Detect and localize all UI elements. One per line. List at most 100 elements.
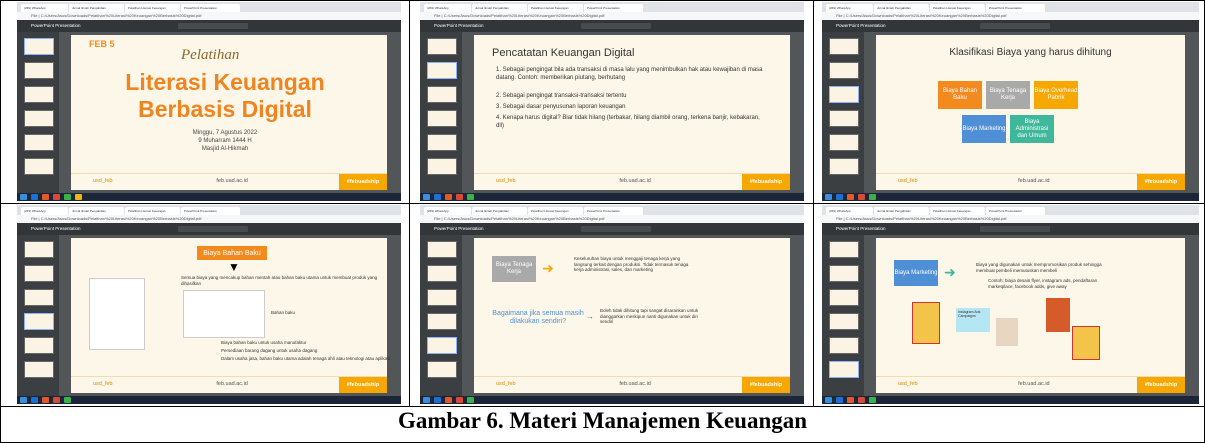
chrome-icon[interactable] — [64, 397, 71, 403]
windows-start-icon[interactable] — [423, 194, 430, 200]
powerpoint-icon[interactable] — [858, 194, 865, 200]
page-thumbnail[interactable] — [427, 86, 457, 103]
browser-tab[interactable]: Pelatihan Literasi Keuangan — [930, 4, 985, 12]
browser-tab-active[interactable]: PowerPoint Presentation — [584, 207, 643, 215]
browser-tab[interactable]: Pelatihan Literasi Keuangan — [528, 207, 583, 215]
windows-start-icon[interactable] — [20, 397, 27, 403]
zoom-controls[interactable] — [178, 226, 249, 232]
browser-tab[interactable]: (269) WhatsApp — [826, 207, 873, 215]
page-thumbnail[interactable] — [427, 62, 457, 79]
folder-icon[interactable] — [75, 194, 82, 200]
browser-tab[interactable]: Pelatihan Literasi Keuangan — [930, 207, 985, 215]
chrome-icon[interactable] — [467, 397, 474, 403]
page-thumbnail[interactable] — [24, 134, 54, 151]
browser-tab[interactable]: Jurnal Ilmiah Pengabdian — [69, 4, 124, 12]
page-thumbnail[interactable] — [24, 158, 54, 175]
browser-tab[interactable]: Jurnal Ilmiah Pengabdian — [472, 4, 527, 12]
windows-start-icon[interactable] — [825, 194, 832, 200]
page-thumbnail[interactable] — [24, 289, 54, 306]
page-thumbnail[interactable] — [24, 361, 54, 378]
powerpoint-icon[interactable] — [456, 194, 463, 200]
browser-tab[interactable]: (269) WhatsApp — [21, 4, 68, 12]
chrome-icon[interactable] — [869, 397, 876, 403]
page-thumbnail[interactable] — [427, 313, 457, 330]
page-thumbnail[interactable] — [829, 337, 859, 354]
zoom-controls[interactable] — [581, 226, 652, 232]
page-thumbnail[interactable] — [427, 241, 457, 258]
page-thumbnail[interactable] — [829, 134, 859, 151]
page-thumbnail[interactable] — [829, 265, 859, 282]
browser-tab[interactable]: (269) WhatsApp — [424, 4, 471, 12]
office-icon[interactable] — [445, 194, 452, 200]
page-thumbnail[interactable] — [24, 313, 54, 330]
page-thumbnail[interactable] — [24, 38, 54, 55]
page-thumbnail[interactable] — [829, 361, 859, 378]
browser-tab-active[interactable]: PowerPoint Presentation — [986, 4, 1045, 12]
address-bar[interactable]: File | C:/Users/Asus/Downloads/Pelatihan… — [822, 12, 1199, 20]
edge-icon[interactable] — [434, 194, 441, 200]
edge-icon[interactable] — [434, 397, 441, 403]
page-thumbnail[interactable] — [24, 62, 54, 79]
edge-icon[interactable] — [31, 194, 38, 200]
office-icon[interactable] — [42, 194, 49, 200]
browser-tab[interactable]: Pelatihan Literasi Keuangan — [528, 4, 583, 12]
page-thumbnail[interactable] — [427, 265, 457, 282]
page-thumbnail[interactable] — [24, 265, 54, 282]
windows-start-icon[interactable] — [20, 194, 27, 200]
browser-tab-active[interactable]: PowerPoint Presentation — [181, 207, 240, 215]
powerpoint-icon[interactable] — [53, 397, 60, 403]
page-thumbnail[interactable] — [427, 337, 457, 354]
page-thumbnail[interactable] — [829, 313, 859, 330]
zoom-controls[interactable] — [980, 226, 1051, 232]
page-thumbnail[interactable] — [829, 241, 859, 258]
chrome-icon[interactable] — [869, 194, 876, 200]
page-thumbnail[interactable] — [24, 110, 54, 127]
office-icon[interactable] — [847, 194, 854, 200]
page-thumbnail[interactable] — [24, 86, 54, 103]
page-thumbnail[interactable] — [427, 361, 457, 378]
windows-start-icon[interactable] — [423, 397, 430, 403]
browser-tab[interactable]: Jurnal Ilmiah Pengabdian — [874, 207, 929, 215]
page-thumbnail[interactable] — [427, 158, 457, 175]
windows-start-icon[interactable] — [825, 397, 832, 403]
address-bar[interactable]: File | C:/Users/Asus/Downloads/Pelatihan… — [420, 215, 804, 223]
page-thumbnail[interactable] — [829, 289, 859, 306]
chrome-icon[interactable] — [64, 194, 71, 200]
address-bar[interactable]: File | C:/Users/Asus/Downloads/Pelatihan… — [822, 215, 1199, 223]
address-bar[interactable]: File | C:/Users/Asus/Downloads/Pelatihan… — [420, 12, 804, 20]
browser-tab[interactable]: (269) WhatsApp — [826, 4, 873, 12]
page-thumbnail[interactable] — [829, 110, 859, 127]
powerpoint-icon[interactable] — [456, 397, 463, 403]
page-thumbnail[interactable] — [427, 289, 457, 306]
page-thumbnail[interactable] — [427, 134, 457, 151]
browser-tab[interactable]: Jurnal Ilmiah Pengabdian — [874, 4, 929, 12]
edge-icon[interactable] — [836, 397, 843, 403]
zoom-controls[interactable] — [581, 23, 652, 29]
browser-tab-active[interactable]: PowerPoint Presentation — [584, 4, 643, 12]
edge-icon[interactable] — [836, 194, 843, 200]
browser-tab-active[interactable]: PowerPoint Presentation — [986, 207, 1045, 215]
address-bar[interactable]: File | C:/Users/Asus/Downloads/Pelatihan… — [17, 215, 401, 223]
powerpoint-icon[interactable] — [858, 397, 865, 403]
chrome-icon[interactable] — [467, 194, 474, 200]
page-thumbnail[interactable] — [427, 110, 457, 127]
browser-tab-active[interactable]: PowerPoint Presentation — [181, 4, 240, 12]
address-bar[interactable]: File | C:/Users/Asus/Downloads/Pelatihan… — [17, 12, 401, 20]
office-icon[interactable] — [42, 397, 49, 403]
page-thumbnail[interactable] — [829, 62, 859, 79]
zoom-controls[interactable] — [980, 23, 1051, 29]
office-icon[interactable] — [847, 397, 854, 403]
page-thumbnail[interactable] — [829, 86, 859, 103]
browser-tab[interactable]: (269) WhatsApp — [424, 207, 471, 215]
browser-tab[interactable]: Jurnal Ilmiah Pengabdian — [69, 207, 124, 215]
browser-tab[interactable]: (269) WhatsApp — [21, 207, 68, 215]
office-icon[interactable] — [445, 397, 452, 403]
page-thumbnail[interactable] — [829, 158, 859, 175]
browser-tab[interactable]: Jurnal Ilmiah Pengabdian — [472, 207, 527, 215]
browser-tab[interactable]: Pelatihan Literasi Keuangan — [125, 207, 180, 215]
page-thumbnail[interactable] — [24, 337, 54, 354]
powerpoint-icon[interactable] — [53, 194, 60, 200]
zoom-controls[interactable] — [178, 23, 249, 29]
page-thumbnail[interactable] — [427, 38, 457, 55]
browser-tab[interactable]: Pelatihan Literasi Keuangan — [125, 4, 180, 12]
